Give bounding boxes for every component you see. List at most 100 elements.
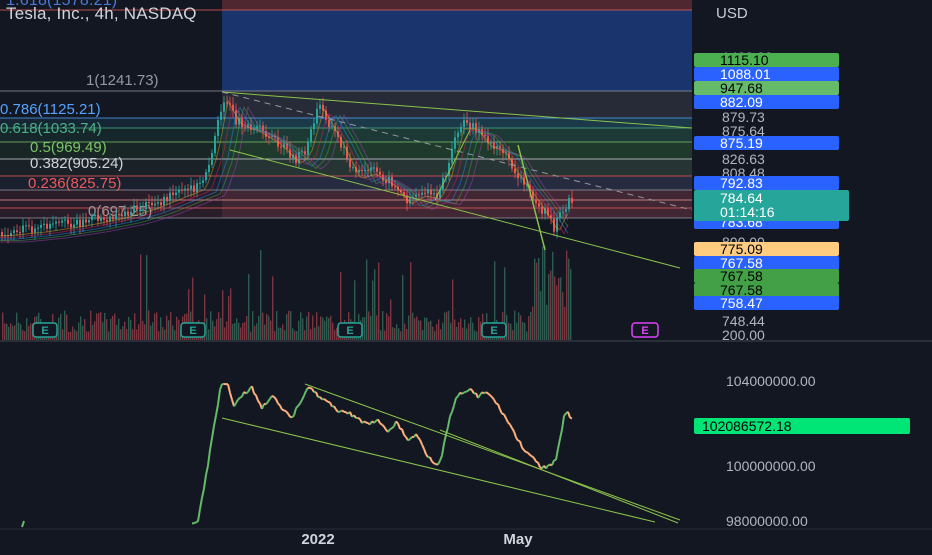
- volume-bar: [256, 323, 257, 340]
- price-tag: [694, 269, 839, 283]
- volume-bar: [418, 320, 419, 340]
- candle-body: [517, 173, 519, 178]
- fib-level-label: 0.236(825.75): [28, 175, 121, 192]
- candle-body: [28, 225, 30, 226]
- indicator-segment: [546, 465, 548, 468]
- indicator-segment: [220, 384, 222, 390]
- candle-body: [52, 223, 54, 224]
- volume-bar: [92, 325, 93, 340]
- volume-bar: [412, 313, 413, 340]
- candle-body: [379, 172, 381, 175]
- indicator-segment: [518, 441, 520, 442]
- candle-body: [463, 120, 465, 127]
- candle-body: [424, 193, 426, 194]
- indicator-tick-label: 98000000.00: [726, 513, 808, 529]
- volume-bar: [278, 328, 279, 340]
- indicator-segment: [294, 408, 296, 415]
- volume-bar: [26, 318, 27, 340]
- indicator-segment: [280, 405, 282, 409]
- indicator-segment: [492, 397, 494, 399]
- candle-body: [469, 123, 471, 129]
- volume-bar: [262, 313, 263, 340]
- indicator-segment: [258, 401, 260, 404]
- volume-bar: [150, 326, 151, 340]
- indicator-segment: [562, 416, 564, 430]
- indicator-segment: [234, 403, 236, 406]
- candle-body: [130, 212, 132, 215]
- volume-bar: [434, 331, 435, 340]
- indicator-segment: [448, 416, 450, 427]
- candle-body: [157, 202, 159, 203]
- chart-canvas[interactable]: 1(1241.73)0.786(1125.21)0.618(1033.74)0.…: [0, 0, 932, 550]
- indicator-segment: [214, 416, 216, 426]
- volume-bar: [408, 315, 409, 340]
- volume-bar: [232, 324, 233, 340]
- volume-bar: [296, 331, 297, 340]
- candle-body: [205, 172, 207, 180]
- volume-bar: [396, 324, 397, 340]
- earnings-marker-label: E: [641, 325, 648, 337]
- candle-body: [79, 220, 81, 227]
- volume-bar: [156, 312, 157, 340]
- volume-bar: [86, 331, 87, 340]
- volume-bar: [230, 288, 231, 340]
- volume-bar: [12, 326, 13, 340]
- volume-bar: [158, 331, 159, 340]
- volume-bar: [518, 313, 519, 340]
- indicator-segment: [392, 426, 394, 428]
- volume-bar: [2, 312, 3, 340]
- volume-bar: [374, 269, 375, 340]
- indicator-segment: [202, 489, 204, 498]
- volume-bar: [138, 324, 139, 340]
- indicator-segment: [406, 437, 408, 440]
- volume-bar: [266, 314, 267, 340]
- indicator-segment: [530, 455, 532, 456]
- indicator-segment: [570, 418, 572, 419]
- candle-body: [208, 165, 210, 172]
- indicator-tick-label: 104000000.00: [726, 373, 816, 389]
- earnings-marker-label: E: [189, 325, 196, 337]
- candle-body: [19, 232, 21, 233]
- volume-bar: [216, 319, 217, 340]
- volume-bar: [246, 316, 247, 340]
- indicator-segment: [330, 402, 332, 406]
- indicator-segment: [552, 460, 554, 465]
- indicator-segment: [282, 410, 284, 411]
- candle-body: [394, 186, 396, 187]
- volume-bar: [96, 313, 97, 340]
- volume-bar: [66, 315, 67, 340]
- volume-bar: [206, 318, 207, 340]
- indicator-segment: [316, 392, 318, 397]
- volume-bar: [524, 323, 525, 340]
- volume-bar: [98, 313, 99, 340]
- volume-bar: [176, 317, 177, 340]
- volume-bar: [398, 328, 399, 340]
- volume-bar: [140, 254, 141, 340]
- indicator-segment: [494, 400, 496, 404]
- volume-bar: [162, 327, 163, 340]
- indicator-segment: [324, 399, 326, 401]
- indicator-segment: [22, 521, 24, 527]
- price-axis: 1400.00879.73875.64826.63808.48800.00748…: [694, 49, 849, 343]
- pane-separator[interactable]: [0, 340, 932, 342]
- candle-body: [310, 129, 312, 142]
- volume-bar: [440, 329, 441, 340]
- candle-body: [331, 126, 333, 127]
- volume-bar: [424, 318, 425, 340]
- candle-body: [169, 193, 171, 202]
- volume-bar: [148, 310, 149, 340]
- candle-body: [73, 225, 75, 228]
- volume-bar: [224, 327, 225, 340]
- volume-bar: [208, 329, 209, 340]
- tradingview-chart[interactable]: 1(1241.73)0.786(1125.21)0.618(1033.74)0.…: [0, 0, 932, 550]
- indicator-segment: [538, 463, 540, 468]
- candle-body: [430, 189, 432, 194]
- candle-body: [145, 202, 147, 209]
- indicator-segment: [548, 465, 550, 466]
- volume-bar: [126, 329, 127, 340]
- candle-body: [460, 127, 462, 133]
- volume-bar: [124, 322, 125, 340]
- candle-body: [538, 203, 540, 206]
- candle-body: [187, 189, 189, 190]
- time-tick-label: May: [503, 531, 533, 548]
